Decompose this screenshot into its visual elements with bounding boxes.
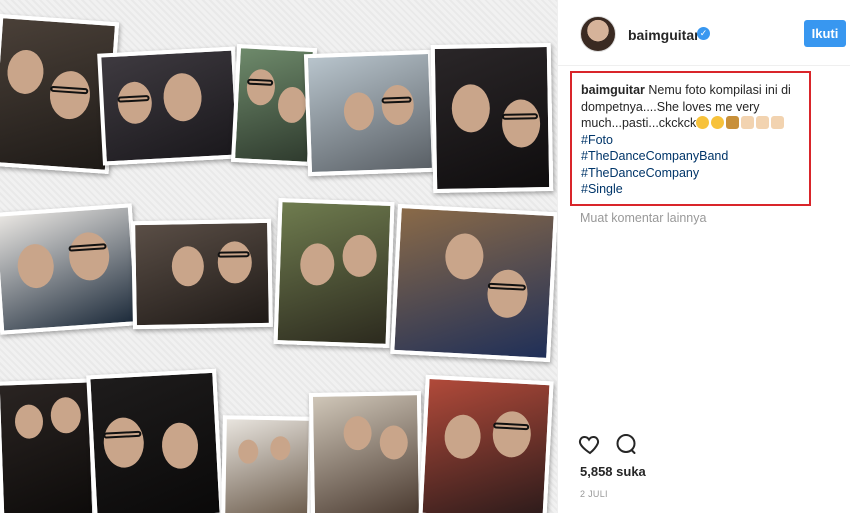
hashtag-link[interactable]: #TheDanceCompanyBand: [581, 148, 800, 165]
load-more-comments-link[interactable]: Muat komentar lainnya: [580, 211, 706, 225]
post-sidebar: baimguitar ✓ Ikuti baimguitar Nemu foto …: [557, 0, 850, 513]
collage-photo: [221, 415, 313, 513]
grinning-face-tongue-icon: [711, 116, 725, 129]
caption-emojis: [696, 116, 786, 130]
follow-button[interactable]: Ikuti: [804, 20, 846, 47]
likes-count[interactable]: 5,858 suka: [580, 464, 646, 479]
winking-face-tongue-icon: [696, 116, 710, 129]
caption-username[interactable]: baimguitar: [581, 83, 645, 97]
hashtag-link[interactable]: #Foto: [581, 132, 800, 149]
avatar[interactable]: [580, 16, 616, 52]
heart-icon[interactable]: [578, 432, 604, 458]
backhand-pointing-left-icon: [771, 116, 785, 129]
hashtag-link[interactable]: #TheDanceCompany: [581, 165, 800, 182]
collage-photo: [86, 368, 224, 513]
collage-photo: [97, 46, 241, 166]
collage-photo: [308, 391, 424, 513]
post-image-collage[interactable]: [0, 0, 557, 513]
comment-icon[interactable]: [614, 432, 640, 458]
collage-photo: [303, 49, 437, 177]
backhand-pointing-left-icon: [741, 116, 755, 129]
collage-photo: [0, 378, 97, 513]
camel-icon: [726, 116, 740, 129]
collage-photo: [430, 42, 554, 194]
post-date[interactable]: 2 JULI: [580, 489, 608, 499]
post-actions: [578, 432, 658, 458]
post-header: baimguitar ✓ Ikuti: [558, 0, 850, 66]
hashtag-link[interactable]: #Single: [581, 181, 800, 198]
collage-photo: [131, 218, 273, 330]
collage-photo: [418, 374, 554, 513]
caption-highlight-box: baimguitar Nemu foto kompilasi ini di do…: [570, 71, 811, 206]
header-username[interactable]: baimguitar: [628, 27, 700, 43]
backhand-pointing-left-icon: [756, 116, 770, 129]
verified-badge-icon: ✓: [697, 27, 710, 40]
collage-photo: [0, 203, 141, 335]
collage-photo: [390, 203, 557, 363]
collage-photo: [273, 198, 395, 348]
